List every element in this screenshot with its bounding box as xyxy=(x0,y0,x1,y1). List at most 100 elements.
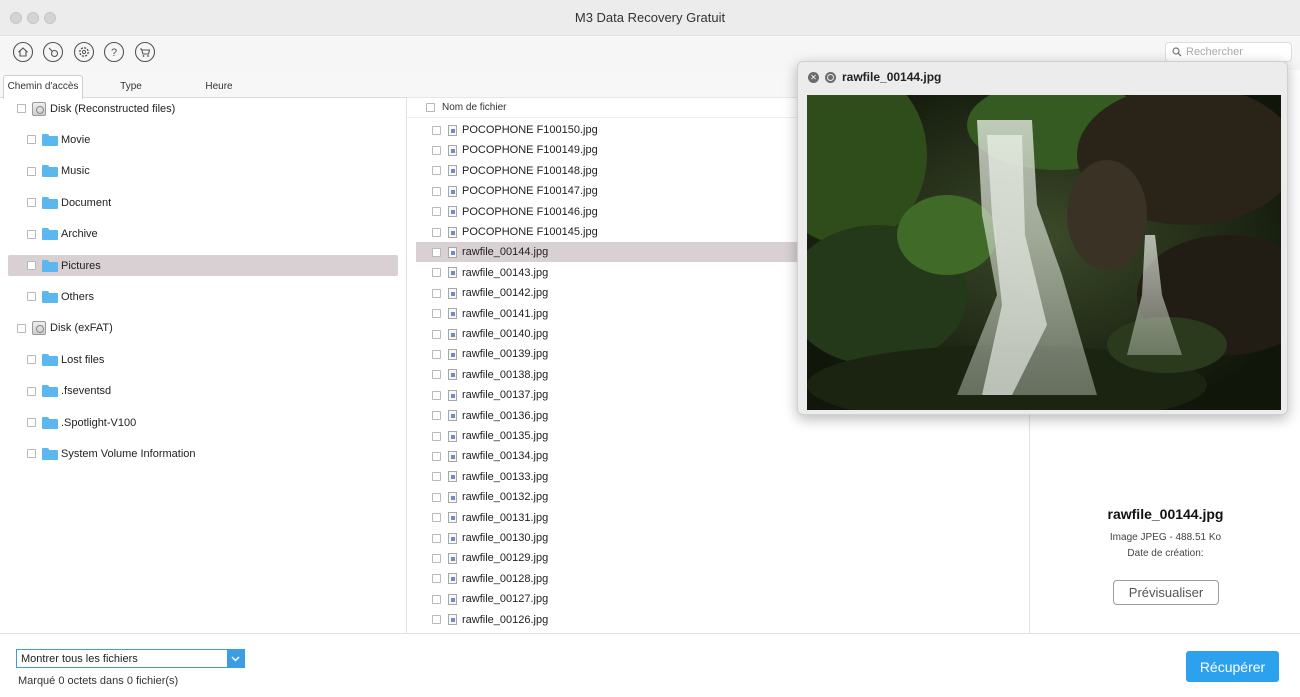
file-name: POCOPHONE F100145.jpg xyxy=(462,226,598,238)
tree-item-checkbox[interactable] xyxy=(27,198,36,208)
preview-button[interactable]: Prévisualiser xyxy=(1113,580,1219,605)
file-name: POCOPHONE F100149.jpg xyxy=(462,144,598,157)
file-row[interactable]: rawfile_00134.jpg xyxy=(416,446,1028,466)
file-row-checkbox[interactable] xyxy=(432,329,441,339)
image-file-icon xyxy=(448,226,457,238)
tree-item[interactable]: Disk (Reconstructed files) xyxy=(8,98,398,119)
tree-item[interactable]: Document xyxy=(8,192,398,213)
tab-time[interactable]: Heure xyxy=(190,76,248,98)
tree-item-checkbox[interactable] xyxy=(27,135,36,145)
search-box[interactable] xyxy=(1165,42,1292,62)
file-row-checkbox[interactable] xyxy=(432,472,441,482)
file-row-checkbox[interactable] xyxy=(432,574,441,584)
image-file-icon xyxy=(448,389,457,401)
file-row[interactable]: rawfile_00135.jpg xyxy=(416,426,1028,446)
tree-item[interactable]: Movie xyxy=(8,129,398,150)
tree-item-checkbox[interactable] xyxy=(27,386,36,396)
search-input[interactable] xyxy=(1186,46,1286,58)
file-row[interactable]: rawfile_00126.jpg xyxy=(416,610,1028,630)
file-row-checkbox[interactable] xyxy=(432,186,441,196)
selection-status: Marqué 0 octets dans 0 fichier(s) xyxy=(18,675,179,687)
recover-button[interactable]: Récupérer xyxy=(1186,651,1279,682)
settings-icon[interactable] xyxy=(73,41,95,63)
tree-item-checkbox[interactable] xyxy=(27,166,36,176)
file-row[interactable]: rawfile_00131.jpg xyxy=(416,508,1028,528)
info-type-size: Image JPEG - 488.51 Ko xyxy=(1109,532,1222,543)
file-row[interactable]: rawfile_00129.jpg xyxy=(416,548,1028,568)
file-name: rawfile_00130.jpg xyxy=(462,532,549,544)
file-row-checkbox[interactable] xyxy=(432,492,441,502)
file-row-checkbox[interactable] xyxy=(432,207,441,217)
tree-item-checkbox[interactable] xyxy=(17,104,26,113)
file-row-checkbox[interactable] xyxy=(432,166,441,176)
file-row-checkbox[interactable] xyxy=(432,390,441,400)
file-row-checkbox[interactable] xyxy=(432,513,441,523)
tree-item-label: Disk (Reconstructed files) xyxy=(50,102,176,115)
image-file-icon xyxy=(448,410,457,422)
tree-item-checkbox[interactable] xyxy=(27,229,36,239)
image-file-icon xyxy=(448,246,457,258)
tree-item[interactable]: Lost files xyxy=(8,349,398,370)
file-row-checkbox[interactable] xyxy=(432,268,441,278)
image-file-icon xyxy=(448,185,457,197)
home-icon[interactable] xyxy=(12,41,34,63)
popup-block-icon[interactable] xyxy=(825,72,836,83)
tree-item[interactable]: Music xyxy=(8,161,398,182)
file-row-checkbox[interactable] xyxy=(432,227,441,237)
tree-item-label: System Volume Information xyxy=(61,447,196,460)
file-row-checkbox[interactable] xyxy=(432,533,441,543)
file-name: rawfile_00128.jpg xyxy=(462,572,549,585)
file-row-checkbox[interactable] xyxy=(432,370,441,380)
file-row-checkbox[interactable] xyxy=(432,145,441,155)
file-row-checkbox[interactable] xyxy=(432,451,441,461)
tree-item[interactable]: .Spotlight-V100 xyxy=(8,412,398,433)
file-row-checkbox[interactable] xyxy=(432,247,441,257)
file-row[interactable]: rawfile_00127.jpg xyxy=(416,589,1028,609)
image-file-icon xyxy=(448,165,457,177)
file-row-checkbox[interactable] xyxy=(432,411,441,421)
tree-item-checkbox[interactable] xyxy=(27,355,36,365)
tab-type[interactable]: Type xyxy=(100,76,162,98)
title-bar: M3 Data Recovery Gratuit xyxy=(0,0,1300,36)
file-row[interactable]: rawfile_00132.jpg xyxy=(416,487,1028,507)
file-filter-select[interactable]: Montrer tous les fichiers xyxy=(16,649,245,668)
file-name: rawfile_00136.jpg xyxy=(462,409,549,422)
file-row-checkbox[interactable] xyxy=(432,615,441,625)
file-row[interactable]: rawfile_00130.jpg xyxy=(416,528,1028,548)
file-row[interactable]: rawfile_00133.jpg xyxy=(416,467,1028,487)
file-row-checkbox[interactable] xyxy=(432,594,441,604)
chevron-down-icon[interactable] xyxy=(227,650,244,667)
select-all-checkbox[interactable] xyxy=(426,103,435,112)
file-row-checkbox[interactable] xyxy=(432,349,441,359)
file-row-checkbox[interactable] xyxy=(432,431,441,441)
tree-item-checkbox[interactable] xyxy=(27,418,36,427)
file-name: rawfile_00127.jpg xyxy=(462,593,549,606)
tree-item[interactable]: .fseventsd xyxy=(8,381,398,402)
file-row[interactable]: rawfile_00128.jpg xyxy=(416,569,1028,589)
folder-tree-panel: Chemin d'accès Type Heure Disk (Reconstr… xyxy=(0,70,407,633)
help-icon[interactable]: ? xyxy=(103,41,125,63)
file-row-checkbox[interactable] xyxy=(432,125,441,135)
tree-item-checkbox[interactable] xyxy=(27,292,36,302)
file-name: rawfile_00141.jpg xyxy=(462,307,549,320)
file-row-checkbox[interactable] xyxy=(432,288,441,298)
file-name: rawfile_00142.jpg xyxy=(462,287,549,300)
tree-item-checkbox[interactable] xyxy=(27,261,36,270)
tree-item[interactable]: Disk (exFAT) xyxy=(8,318,398,339)
file-row-checkbox[interactable] xyxy=(432,553,441,563)
tab-path[interactable]: Chemin d'accès xyxy=(3,75,83,99)
image-file-icon xyxy=(448,206,457,218)
cart-icon[interactable] xyxy=(134,41,156,63)
tree-item-checkbox[interactable] xyxy=(17,323,26,333)
image-file-icon xyxy=(448,287,457,299)
popup-close-icon[interactable]: ✕ xyxy=(808,72,819,83)
tree-item[interactable]: Others xyxy=(8,286,398,307)
app-title: M3 Data Recovery Gratuit xyxy=(574,10,726,25)
tree-item-label: Disk (exFAT) xyxy=(50,322,113,335)
tree-item[interactable]: Pictures xyxy=(8,255,398,276)
tree-item[interactable]: System Volume Information xyxy=(8,443,398,464)
file-row-checkbox[interactable] xyxy=(432,309,441,319)
search-scan-icon[interactable] xyxy=(42,41,64,63)
tree-item[interactable]: Archive xyxy=(8,224,398,245)
tree-item-checkbox[interactable] xyxy=(27,449,36,459)
